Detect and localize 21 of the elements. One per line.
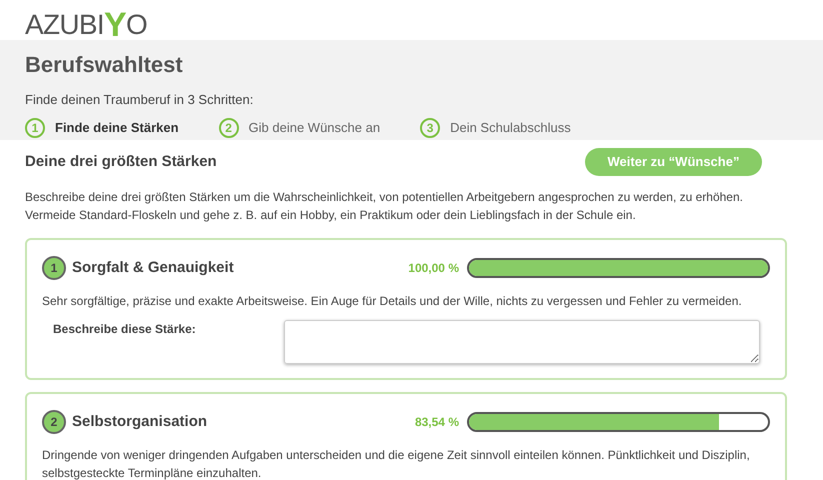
strength-name: Sorgfalt & Genauigkeit [72, 258, 235, 278]
strength-description: Sehr sorgfältige, präzise und exakte Arbeitsweise. Ein Auge für Details und der Wille, nichts zu vergessen und Fehler zu vermeiden. [42, 293, 743, 310]
description-field[interactable] [284, 320, 760, 364]
step-number: 3 [420, 118, 440, 138]
step-tab[interactable]: Dein Schulabschluss [450, 118, 571, 138]
step-tab[interactable]: Finde deine Stärken [55, 118, 179, 138]
strength-name: Selbstorganisation [72, 412, 208, 432]
percent-value: 83,54 % [414, 414, 459, 431]
percent-value: 100,00 % [407, 260, 459, 277]
page-title: Berufswahltest [25, 52, 184, 78]
step-number: 1 [25, 118, 45, 138]
field-label: Beschreibe diese Stärke: [52, 321, 197, 338]
logo[interactable]: AZUBIYO [25, 10, 148, 40]
strength-description: Dringende von weniger dringenden Aufgaben unterscheiden und die eigene Zeit sinnvoll einteilen können. Pünktlichkeit und Disziplin, selbstgesteckte Terminpläne einzuhalten. [42, 447, 751, 480]
number-badge: 2 [42, 410, 66, 434]
subtitle: Finde deinen Traumberuf in 3 Schritten: [25, 92, 254, 108]
number-badge: 1 [42, 256, 66, 280]
intro-text: Beschreibe deine drei größten Stärken um die Wahrscheinlichkeit, von potentiellen Arbeitgebern angesprochen zu werden, zu erhöhen. Vermeide Standard-Floskeln und gehe z. B. auf ein Hobby, ein Praktikum oder dein Lieblingsfach in der Schule ein. [25, 189, 744, 224]
step-tab[interactable]: Gib deine Wünsche an [248, 118, 380, 138]
step-number: 2 [218, 118, 239, 138]
section-title: Deine drei größten Stärken [25, 152, 217, 172]
